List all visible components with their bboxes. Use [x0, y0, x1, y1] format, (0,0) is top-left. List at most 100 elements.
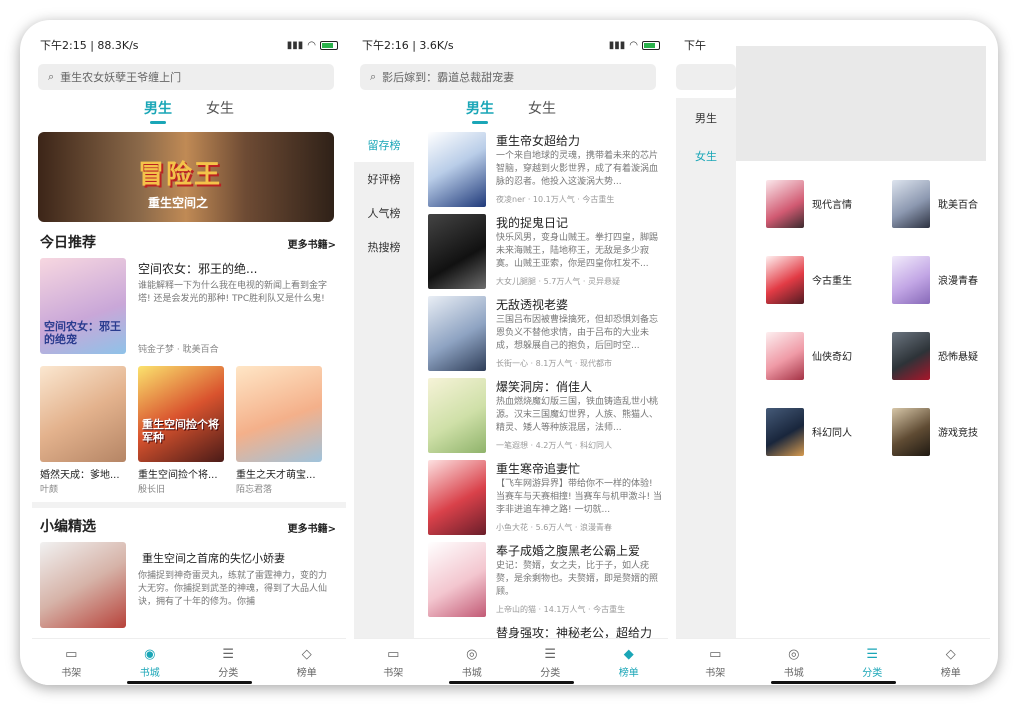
- status-bar: 下午2:16 | 3.6K/s ▮▮▮ ◠: [354, 32, 668, 58]
- nav-category[interactable]: ☰ 分类: [189, 639, 268, 685]
- status-time: 下午: [684, 39, 706, 52]
- phone-categories: 下午 男生 女生 现代言情 耽美百合 今古重生 浪漫青春 仙侠奇幻 恐怖悬疑 科…: [676, 32, 990, 685]
- tab-female[interactable]: 女生: [206, 98, 234, 124]
- book-cover: [428, 132, 486, 207]
- list-item[interactable]: 爆笑洞房：俏佳人 热血燃烧魔幻版三国，铁血铸造乱世小桃源。汉末三国魔幻世界，人族…: [428, 378, 664, 458]
- category-item[interactable]: 现代言情: [766, 180, 886, 232]
- nav-bookstore[interactable]: ◎ 书城: [755, 639, 834, 685]
- editor-more-link[interactable]: 更多书籍>: [288, 520, 336, 535]
- category-cover: [766, 408, 804, 456]
- sidebar-item-retention[interactable]: 留存榜: [354, 128, 414, 162]
- list-item[interactable]: 替身强攻：神秘老公，超给力: [428, 624, 664, 638]
- category-item[interactable]: 游戏竞技: [892, 408, 990, 460]
- gender-tabs: 男生 女生: [32, 98, 346, 124]
- category-label: 科幻同人: [812, 428, 852, 439]
- nav-category[interactable]: ☰ 分类: [511, 639, 590, 685]
- category-cover: [766, 256, 804, 304]
- tab-male[interactable]: 男生: [466, 98, 494, 124]
- book-title[interactable]: 婚然天成：爹地...: [40, 466, 120, 481]
- category-item[interactable]: 浪漫青春: [892, 256, 990, 308]
- list-item[interactable]: 无敌透视老婆 三国吕布因被曹操擒死，但却恐惧刘备忘恩负义不替他求情，由于吕布的大…: [428, 296, 664, 376]
- book-title: 重生寒帝追妻忙: [496, 462, 581, 476]
- phone-ranking: 下午2:16 | 3.6K/s ▮▮▮ ◠ ⌕ 影后嫁到：霸道总裁甜宠妻 男生 女生…: [354, 32, 668, 685]
- sidebar-item-male[interactable]: 男生: [676, 98, 736, 138]
- book-desc: 热血燃烧魔幻版三国，铁血铸造乱世小桃源。汉末三国魔幻世界，人族、熊猫人、精灵、矮…: [496, 397, 659, 433]
- nav-bookshelf[interactable]: ▭ 书架: [676, 639, 755, 685]
- sidebar-item-rating[interactable]: 好评榜: [354, 162, 414, 196]
- book-author: 陌忘君落: [236, 485, 273, 495]
- editor-title[interactable]: 重生空间之首席的失忆小娇妻: [142, 550, 285, 566]
- home-indicator: [771, 681, 896, 684]
- nav-ranking[interactable]: ◆ 榜单: [590, 639, 669, 685]
- search-placeholder: 重生农女妖孽王爷缠上门: [60, 71, 182, 84]
- category-item[interactable]: 科幻同人: [766, 408, 886, 460]
- category-item[interactable]: 仙侠奇幻: [766, 332, 886, 384]
- category-cover: [766, 180, 804, 228]
- banner[interactable]: 冒险王 重生空间之: [38, 132, 334, 222]
- list-item[interactable]: 重生帝女超给力 一个来自地球的灵魂，携带着未来的芯片智脑，穿越到火影世界，成了有…: [428, 132, 664, 212]
- sidebar-item-female[interactable]: 女生: [676, 138, 736, 174]
- book-cover: [428, 542, 486, 617]
- book-cover[interactable]: [236, 366, 322, 462]
- book-meta: 上帝山的猫 · 14.1万人气 · 今古重生: [496, 605, 626, 614]
- wifi-icon: ◠: [629, 39, 638, 51]
- nav-category[interactable]: ☰ 分类: [833, 639, 912, 685]
- category-label: 游戏竞技: [938, 428, 978, 439]
- bottom-nav: ▭ 书架 ◎ 书城 ☰ 分类 ◇ 榜单: [676, 638, 990, 685]
- battery-icon: [642, 40, 660, 50]
- status-time: 下午2:16 | 3.6K/s: [362, 39, 454, 52]
- book-title[interactable]: 重生空间捡个将...: [138, 466, 218, 481]
- home-indicator: [127, 681, 252, 684]
- book-desc: 快乐风男，变身山贼王。拳打四皇，脚踢未来海贼王，陆地称王，无敌是多少寂寞。山贼王…: [496, 233, 659, 269]
- sidebar-item-hot-search[interactable]: 热搜榜: [354, 230, 414, 264]
- list-item[interactable]: 奉子成婚之腹黑老公霸上爱 史记：赘婿，女之夫，比于子，如人疣赘，是余剩物也。夫赘…: [428, 542, 664, 622]
- screenshot-frame: 下午2:15 | 88.3K/s ▮▮▮ ◠ ⌕ 重生农女妖孽王爷缠上门 男生 女生…: [20, 20, 998, 685]
- nav-bookshelf[interactable]: ▭ 书架: [354, 639, 433, 685]
- sidebar-item-popularity[interactable]: 人气榜: [354, 196, 414, 230]
- nav-ranking[interactable]: ◇ 榜单: [268, 639, 347, 685]
- nav-label: 榜单: [618, 668, 639, 679]
- featured-title[interactable]: 空间农女：邪王的绝...: [138, 260, 257, 277]
- diamond-icon: ◇: [301, 647, 312, 662]
- section-editor-heading: 小编精选: [40, 519, 96, 535]
- nav-label: 书架: [61, 668, 82, 679]
- search-input[interactable]: [676, 64, 736, 90]
- category-item[interactable]: 恐怖悬疑: [892, 332, 990, 384]
- book-desc: 一个来自地球的灵魂，携带着未来的芯片智脑，穿越到火影世界，成了有着漩涡血脉的忍者…: [496, 151, 659, 187]
- list-icon: ☰: [866, 647, 879, 662]
- signal-icon: ▮▮▮: [608, 39, 626, 51]
- tab-male[interactable]: 男生: [144, 98, 172, 124]
- phone-bookstore-home: 下午2:15 | 88.3K/s ▮▮▮ ◠ ⌕ 重生农女妖孽王爷缠上门 男生 女生…: [32, 32, 346, 685]
- today-more-link[interactable]: 更多书籍>: [288, 236, 336, 251]
- category-label: 现代言情: [812, 200, 852, 211]
- category-item[interactable]: 今古重生: [766, 256, 886, 308]
- book-author: 殷长旧: [138, 485, 166, 495]
- diamond-icon: ◆: [623, 647, 634, 662]
- compass-icon: ◎: [466, 647, 478, 662]
- tab-female[interactable]: 女生: [528, 98, 556, 124]
- book-title[interactable]: 重生之天才萌宝...: [236, 466, 316, 481]
- nav-bookshelf[interactable]: ▭ 书架: [32, 639, 111, 685]
- nav-label: 分类: [540, 668, 561, 679]
- search-input[interactable]: ⌕ 重生农女妖孽王爷缠上门: [38, 64, 334, 90]
- nav-ranking[interactable]: ◇ 榜单: [912, 639, 991, 685]
- book-title: 替身强攻：神秘老公，超给力: [496, 626, 653, 638]
- editor-cover[interactable]: [40, 542, 126, 628]
- search-icon: ⌕: [48, 70, 55, 83]
- category-cover: [892, 256, 930, 304]
- category-item[interactable]: 耽美百合: [892, 180, 990, 232]
- search-input[interactable]: ⌕ 影后嫁到：霸道总裁甜宠妻: [360, 64, 656, 90]
- nav-bookstore[interactable]: ◉ 书城: [111, 639, 190, 685]
- gender-tabs: 男生 女生: [354, 98, 668, 124]
- wifi-icon: ◠: [307, 39, 316, 51]
- list-item[interactable]: 我的捉鬼日记 快乐风男，变身山贼王。拳打四皇，脚踢未来海贼王，陆地称王，无敌是多…: [428, 214, 664, 294]
- list-item[interactable]: 重生寒帝追妻忙 【飞车网游异界】带给你不一样的体验! 当赛车与天赛相撞! 当赛车…: [428, 460, 664, 540]
- status-icons: ▮▮▮ ◠: [609, 40, 660, 51]
- book-cover[interactable]: 重生空间捡个将军种: [138, 366, 224, 462]
- nav-bookstore[interactable]: ◎ 书城: [433, 639, 512, 685]
- battery-icon: [320, 40, 338, 50]
- featured-cover[interactable]: 空间农女：邪王的绝宠: [40, 258, 126, 354]
- book-title: 重生帝女超给力: [496, 134, 581, 148]
- book-cover[interactable]: [40, 366, 126, 462]
- book-icon: ▭: [65, 647, 78, 662]
